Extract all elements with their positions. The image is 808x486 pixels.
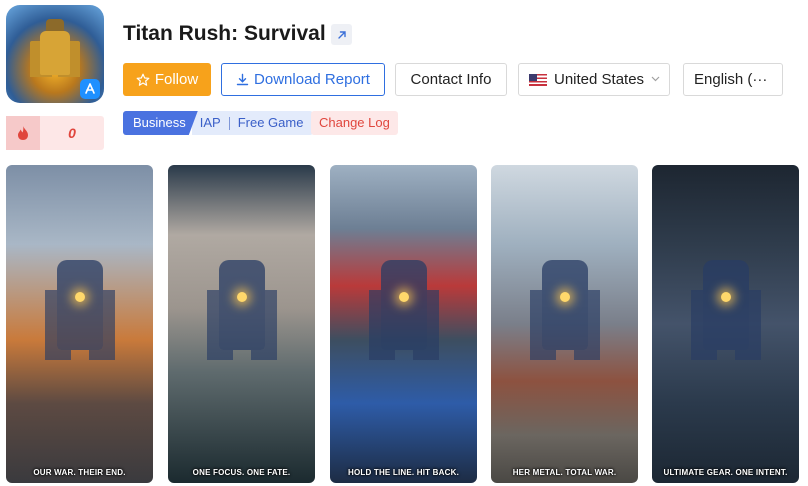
- app-store-icon[interactable]: [80, 79, 100, 99]
- screenshot-caption: HOLD THE LINE. HIT BACK.: [347, 468, 460, 477]
- screenshot-2[interactable]: ONE FOCUS. ONE FATE.: [168, 165, 315, 483]
- tag-row: Business IAP Free Game: [123, 111, 314, 135]
- app-icon: [6, 5, 104, 103]
- country-value: United States: [554, 71, 645, 88]
- screenshot-glow: [398, 292, 409, 303]
- hot-count: 0: [68, 125, 76, 141]
- screenshot-caption: OUR WAR. THEIR END.: [33, 468, 126, 477]
- screenshot-5[interactable]: ULTIMATE GEAR. ONE INTENT.: [652, 165, 799, 483]
- external-link-icon[interactable]: [331, 24, 352, 45]
- screenshot-4[interactable]: HER METAL. TOTAL WAR.: [491, 165, 638, 483]
- download-report-button[interactable]: Download Report: [221, 63, 385, 96]
- screenshot-robot: [218, 260, 265, 351]
- app-icon-mech-body: [40, 31, 70, 75]
- country-select[interactable]: United States: [518, 63, 670, 96]
- screenshot-robot: [702, 260, 749, 351]
- tag-iap: IAP: [199, 115, 221, 130]
- language-value: English (···: [694, 71, 768, 88]
- screenshot-glow: [236, 292, 247, 303]
- screenshot-robot: [541, 260, 588, 351]
- screenshot-caption: ULTIMATE GEAR. ONE INTENT.: [663, 468, 788, 477]
- hot-badge: 0: [6, 116, 104, 150]
- screenshot-robot: [56, 260, 103, 351]
- download-icon: [236, 73, 249, 86]
- contact-label: Contact Info: [410, 71, 492, 88]
- star-outline-icon: [136, 73, 150, 86]
- screenshot-glow: [559, 292, 570, 303]
- contact-info-button[interactable]: Contact Info: [395, 63, 507, 96]
- screenshot-robot: [380, 260, 427, 351]
- app-title: Titan Rush: Survival: [123, 22, 326, 45]
- tag-free-game: Free Game: [237, 115, 304, 130]
- language-select[interactable]: English (···: [683, 63, 783, 96]
- download-label: Download Report: [254, 71, 370, 88]
- screenshot-glow: [720, 292, 731, 303]
- screenshot-caption: ONE FOCUS. ONE FATE.: [192, 468, 291, 477]
- screenshot-glow: [74, 292, 85, 303]
- tag-divider: [228, 116, 230, 130]
- business-tag: Business: [123, 111, 198, 135]
- tag-group: IAP Free Game: [191, 111, 314, 135]
- screenshot-3[interactable]: HOLD THE LINE. HIT BACK.: [330, 165, 477, 483]
- chevron-down-icon: [651, 74, 660, 85]
- follow-button[interactable]: Follow: [123, 63, 211, 96]
- change-log-link[interactable]: Change Log: [311, 111, 398, 135]
- screenshot-caption: HER METAL. TOTAL WAR.: [512, 468, 617, 477]
- flame-icon: [6, 116, 40, 150]
- us-flag-icon: [529, 73, 547, 86]
- follow-label: Follow: [154, 71, 199, 88]
- screenshot-1[interactable]: OUR WAR. THEIR END.: [6, 165, 153, 483]
